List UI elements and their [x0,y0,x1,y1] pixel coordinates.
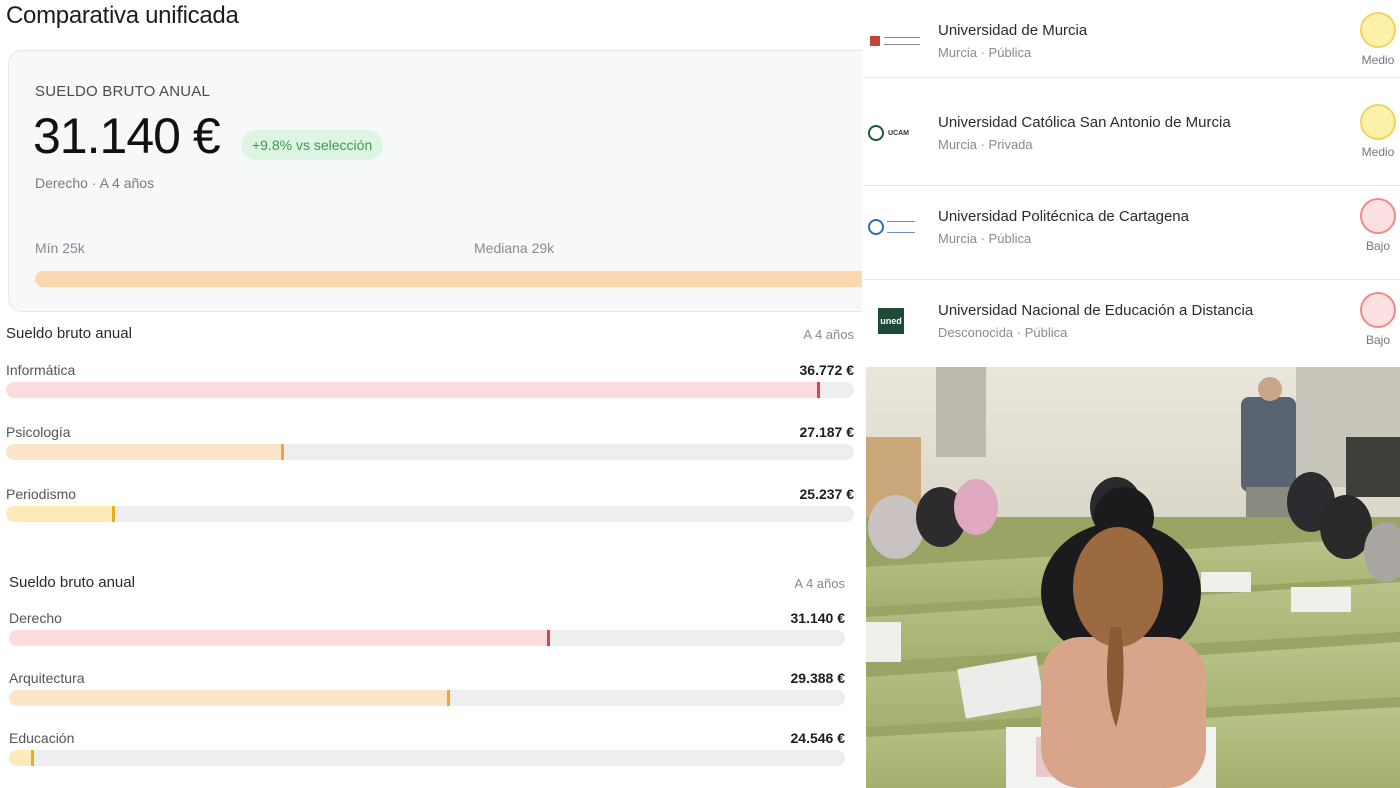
university-name[interactable]: Universidad de Murcia [938,22,1087,39]
level-indicator [1360,292,1396,328]
salary-bar-track [9,630,845,646]
salary-row: Informática 36.772 € [6,362,854,402]
salary-value: 24.546 € [790,730,846,746]
university-meta: Murcia · Pública [938,231,1032,246]
salary-value: 27.187 € [799,424,855,440]
level-indicator [1360,104,1396,140]
salary-bar-fill [6,382,821,398]
university-meta: Murcia · Privada [938,137,1033,152]
median-label: Mediana 29k [474,240,555,256]
salary-row: Periodismo 25.237 € [6,486,854,526]
salary-marker [446,690,450,706]
university-name[interactable]: Universidad Católica San Antonio de Murc… [938,114,1231,131]
salary-bar-fill [6,506,115,522]
salary-section-1: Sueldo bruto anual A 4 años Informática 3… [6,325,856,535]
salary-marker [817,382,821,398]
salary-value: 29.388 € [790,670,846,686]
salary-value: 36.772 € [799,362,855,378]
degree-label: Informática [6,362,76,378]
section-period: A 4 años [794,576,845,591]
university-name[interactable]: Universidad Politécnica de Cartagena [938,208,1189,225]
university-item[interactable]: uned Universidad Nacional de Educación a … [864,280,1400,374]
universidad-murcia-logo [866,30,922,52]
degree-label: Educación [9,730,75,746]
salary-summary-card: SUELDO BRUTO ANUAL 31.140 € +9.8% vs sel… [8,50,862,312]
upct-logo [866,216,922,238]
level-indicator [1360,12,1396,48]
card-label: SUELDO BRUTO ANUAL [35,83,211,100]
salary-row: Arquitectura 29.388 € [9,670,845,710]
exam-hall-photo [866,367,1400,788]
salary-marker [546,630,550,646]
university-item[interactable]: Universidad Politécnica de Cartagena Murc… [864,186,1400,280]
uned-logo: uned [866,308,922,334]
salary-bar-track [6,382,854,398]
university-item[interactable]: UCAM Universidad Católica San Antonio de … [864,92,1400,186]
exam-hall-image [866,367,1400,788]
section-heading: Sueldo bruto anual [9,574,135,591]
comparison-panel: Comparativa unificada SUELDO BRUTO ANUAL… [0,0,862,788]
section-heading: Sueldo bruto anual [6,325,132,342]
salary-value: 31.140 € [33,108,221,164]
university-name[interactable]: Universidad Nacional de Educación a Dist… [938,302,1253,319]
salary-bar-track [9,750,845,766]
delta-badge: +9.8% vs selección [241,130,384,160]
salary-bar-fill [9,690,450,706]
range-bar [35,271,862,287]
salary-value: 25.237 € [799,486,855,502]
salary-row: Derecho 31.140 € [9,610,845,650]
section-period: A 4 años [803,327,854,342]
card-subtitle: Derecho · A 4 años [35,175,155,191]
page-title: Comparativa unificada [6,2,239,29]
salary-section-2: Sueldo bruto anual A 4 años Derecho 31.14… [9,574,847,784]
salary-bar-track [6,444,854,460]
salary-row: Psicología 27.187 € [6,424,854,464]
level-indicator [1360,198,1396,234]
salary-marker [31,750,35,766]
salary-bar-track [6,506,854,522]
level-label: Bajo [1365,333,1391,347]
salary-row: Educación 24.546 € [9,730,845,770]
salary-marker [111,506,115,522]
degree-label: Arquitectura [9,670,85,686]
salary-bar-fill [9,630,550,646]
level-label: Bajo [1365,239,1391,253]
salary-bar-fill [6,444,285,460]
university-item[interactable]: Universidad de Murcia Murcia · Pública Med… [864,0,1400,78]
min-label: Mín 25k [35,240,85,256]
university-meta: Murcia · Pública [938,45,1032,60]
salary-value: 31.140 € [790,610,846,626]
university-list: Universidad de Murcia Murcia · Pública Med… [864,0,1400,374]
degree-label: Periodismo [6,486,77,502]
degree-label: Derecho [9,610,62,626]
level-label: Medio [1361,53,1395,67]
salary-bar-track [9,690,845,706]
level-label: Medio [1361,145,1395,159]
degree-label: Psicología [6,424,71,440]
ucam-logo: UCAM [866,122,922,144]
salary-marker [281,444,285,460]
university-meta: Desconocida · Pública [938,325,1068,340]
